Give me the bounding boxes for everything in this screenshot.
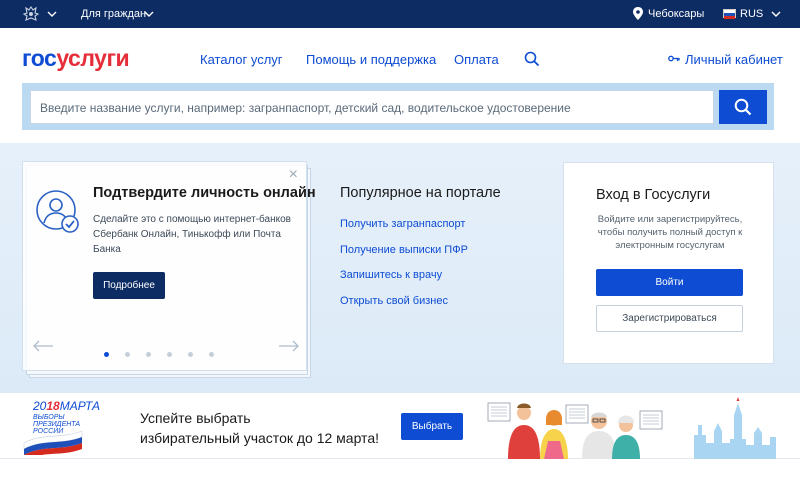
- popular-title: Популярное на портале: [340, 185, 501, 201]
- search-icon[interactable]: [524, 51, 540, 67]
- election-label: ВЫБОРЫ ПРЕЗИДЕНТА РОССИИ: [33, 414, 81, 435]
- arrow-left-icon[interactable]: [32, 340, 54, 352]
- slider-dots: [104, 344, 230, 362]
- login-panel: Вход в Госуслуги Войдите или зарегистрир…: [563, 162, 774, 364]
- register-button[interactable]: Зарегистрироваться: [596, 305, 743, 332]
- top-bar: Для граждан Чебоксары RUS: [0, 0, 800, 28]
- logo-part-gos: гос: [22, 45, 57, 71]
- promo-card: × Подтвердите личность онлайн Сделайте э…: [22, 161, 316, 371]
- popular-services: Популярное на портале Получить загранпас…: [340, 185, 501, 320]
- nav-help[interactable]: Помощь и поддержка: [306, 52, 436, 67]
- citizen-menu[interactable]: Для граждан: [81, 8, 146, 20]
- slider-dot[interactable]: [146, 352, 151, 357]
- banner-line-1: Успейте выбрать: [140, 410, 251, 426]
- personal-cabinet-link[interactable]: Личный кабинет: [685, 52, 783, 67]
- more-info-button[interactable]: Подробнее: [93, 272, 165, 299]
- russian-flag-icon: [723, 9, 736, 19]
- banner-line-2: избирательный участок до 12 марта!: [140, 430, 379, 446]
- chevron-down-icon[interactable]: [47, 10, 57, 18]
- language-selector[interactable]: RUS: [740, 8, 763, 20]
- login-text: Войдите или зарегистрируйтесь, чтобы пол…: [597, 214, 743, 251]
- nav-catalog[interactable]: Каталог услуг: [200, 52, 283, 67]
- choose-button[interactable]: Выбрать: [401, 413, 463, 440]
- slider-dot[interactable]: [104, 352, 109, 357]
- slider-dot[interactable]: [125, 352, 130, 357]
- promo-title: Подтвердите личность онлайн: [93, 185, 316, 201]
- slider-dot[interactable]: [209, 352, 214, 357]
- service-search-input[interactable]: Введите название услуги, например: загра…: [30, 90, 714, 124]
- coat-of-arms-icon[interactable]: [21, 4, 41, 24]
- year-accent: 18: [46, 399, 60, 413]
- voters-illustration: [487, 397, 776, 459]
- login-button[interactable]: Войти: [596, 269, 743, 296]
- election-banner[interactable]: 2018МАРТА ВЫБОРЫ ПРЕЗИДЕНТА РОССИИ Успей…: [0, 393, 800, 459]
- gosuslugi-logo[interactable]: госуслуги: [22, 45, 130, 72]
- slider-dot[interactable]: [167, 352, 172, 357]
- key-icon: [668, 55, 680, 62]
- site-header: госуслуги Каталог услуг Помощь и поддерж…: [0, 28, 800, 88]
- chevron-down-icon[interactable]: [771, 10, 781, 18]
- search-button[interactable]: [719, 90, 767, 124]
- slider-dot[interactable]: [188, 352, 193, 357]
- hero-section: × Подтвердите личность онлайн Сделайте э…: [0, 143, 800, 393]
- chevron-down-icon[interactable]: [144, 10, 154, 18]
- city-selector[interactable]: Чебоксары: [648, 8, 704, 20]
- promo-text: Сделайте это с помощью интернет-банков С…: [93, 214, 291, 255]
- year-prefix: 20: [33, 399, 47, 413]
- nav-payment[interactable]: Оплата: [454, 52, 499, 67]
- banner-message: Успейте выбрать избирательный участок до…: [140, 408, 379, 448]
- search-icon: [734, 98, 752, 116]
- logo-part-uslugi: услуги: [56, 45, 130, 71]
- search-bar: Введите название услуги, например: загра…: [22, 83, 774, 130]
- popular-link[interactable]: Получение выписки ПФР: [340, 244, 501, 270]
- election-date: 2018МАРТА: [33, 399, 100, 413]
- arrow-right-icon[interactable]: [278, 340, 300, 352]
- login-title: Вход в Госуслуги: [596, 187, 711, 203]
- election-month: МАРТА: [59, 399, 100, 413]
- close-icon[interactable]: ×: [289, 166, 298, 184]
- popular-link[interactable]: Запишитесь к врачу: [340, 269, 501, 295]
- location-pin-icon: [633, 7, 643, 20]
- popular-link[interactable]: Получить загранпаспорт: [340, 218, 501, 244]
- popular-link[interactable]: Открыть свой бизнес: [340, 295, 501, 321]
- identity-verified-icon: [36, 190, 79, 233]
